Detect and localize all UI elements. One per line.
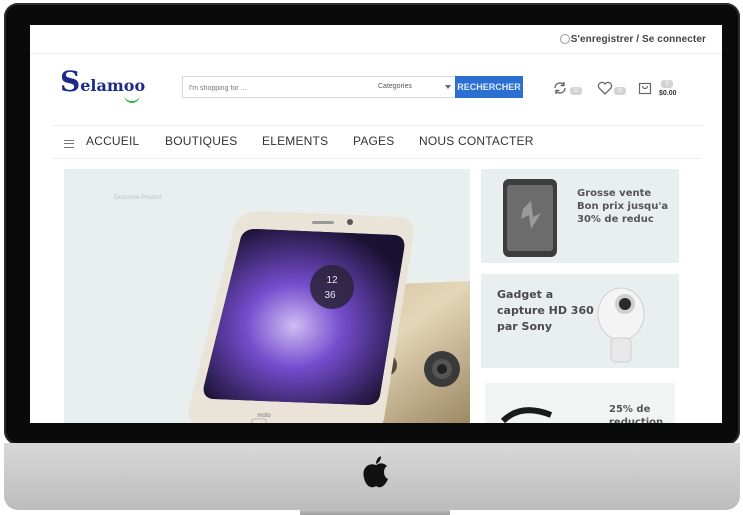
user-icon	[560, 34, 570, 44]
wishlist-count: 0	[614, 87, 626, 95]
cart-icon[interactable]	[638, 81, 652, 95]
phone-clock-hour: 12	[326, 275, 338, 286]
phone-clock-minute: 36	[324, 290, 336, 301]
banner-sale-text: Grosse vente Bon prix jusqu'a 30% de red…	[577, 188, 669, 225]
logo-initial: S	[60, 65, 81, 98]
phone-image	[503, 179, 557, 257]
cart-total[interactable]: $0.00	[659, 90, 677, 97]
nav-item-boutiques[interactable]: BOUTIQUES	[165, 134, 237, 148]
category-select[interactable]: Categories	[378, 83, 412, 90]
compare-icon[interactable]	[552, 81, 568, 95]
hero-slider[interactable]: Exclusive Product 12 36 moto	[64, 169, 470, 423]
phone-brand: moto	[257, 413, 271, 419]
main-nav: ACCUEIL BOUTIQUES ELEMENTS PAGES NOUS CO…	[52, 125, 702, 159]
banner-discount-text: 25% de reduction	[609, 404, 664, 423]
search-input[interactable]	[187, 79, 371, 97]
hero-phone-image: 12 36 moto	[188, 211, 470, 423]
monitor-frame: S'enregistrer / Se connecter Selamoo Cat…	[4, 3, 740, 445]
apple-logo-icon	[363, 456, 388, 488]
compare-count: 0	[570, 87, 582, 95]
monitor-stand	[300, 509, 450, 515]
menu-icon[interactable]	[64, 140, 74, 148]
top-bar: S'enregistrer / Se connecter	[30, 25, 722, 54]
promo-banner-sale[interactable]: Grosse vente Bon prix jusqu'a 30% de red…	[481, 169, 679, 263]
heart-icon[interactable]	[597, 81, 613, 95]
nav-item-pages[interactable]: PAGES	[353, 134, 394, 148]
site-logo[interactable]: Selamoo	[60, 65, 150, 105]
logo-text: elamoo	[80, 76, 146, 95]
banner-gadget-text: Gadget a capture HD 360 par Sony	[497, 288, 594, 333]
promo-banner-gadget[interactable]: Gadget a capture HD 360 par Sony	[481, 274, 679, 368]
chevron-down-icon	[445, 85, 451, 89]
nav-item-contact[interactable]: NOUS CONTACTER	[419, 134, 534, 148]
logo-smile	[124, 95, 140, 103]
search-bar: Categories	[182, 76, 456, 98]
cart-count: 0	[661, 80, 673, 88]
website-screen: S'enregistrer / Se connecter Selamoo Cat…	[30, 25, 722, 423]
product-image	[500, 407, 553, 423]
promo-banner-discount[interactable]: 25% de reduction	[481, 379, 679, 423]
camera-image	[597, 287, 645, 363]
search-button[interactable]: RECHERCHER	[455, 76, 523, 98]
account-links[interactable]: S'enregistrer / Se connecter	[571, 34, 706, 45]
nav-item-accueil[interactable]: ACCUEIL	[86, 134, 139, 148]
nav-item-elements[interactable]: ELEMENTS	[262, 134, 328, 148]
